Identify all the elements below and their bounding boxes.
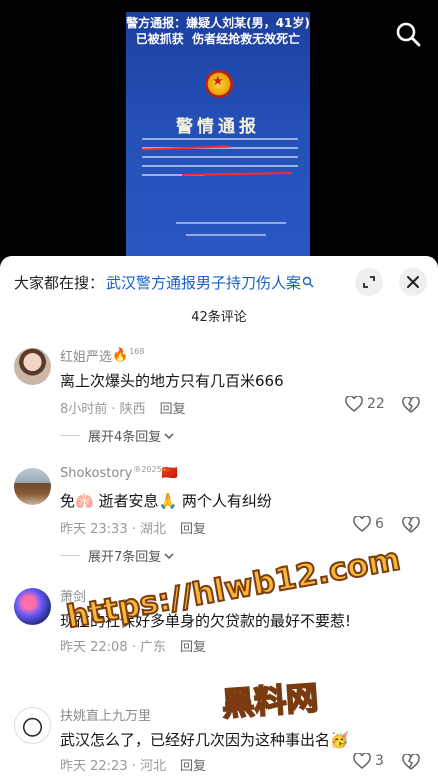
headline-line-2: 已被抓获 伤者经抢救无效死亡 bbox=[135, 32, 301, 46]
headline-line-1: 警方通报：嫌疑人刘某(男，41岁) bbox=[126, 16, 310, 30]
broken-heart-icon[interactable] bbox=[402, 754, 420, 770]
comment-count: 42条评论 bbox=[191, 310, 247, 325]
notice-body bbox=[141, 138, 298, 194]
expand-replies[interactable]: 展开4条回复 bbox=[60, 426, 175, 445]
reply-button[interactable]: 回复 bbox=[180, 640, 206, 655]
china-flag-icon: 🇨🇳 bbox=[161, 466, 178, 481]
comment-text: 离上次爆头的地方只有几百米666 bbox=[60, 372, 284, 390]
fire-badge-icon: 🔥 bbox=[112, 348, 129, 363]
broken-heart-icon[interactable] bbox=[402, 397, 420, 413]
heart-icon bbox=[353, 753, 371, 769]
avatar[interactable] bbox=[14, 707, 51, 744]
avatar[interactable] bbox=[14, 348, 51, 385]
avatar[interactable] bbox=[14, 468, 51, 505]
notice-signature bbox=[176, 222, 286, 224]
notice-title: 警情通报 bbox=[176, 117, 260, 137]
comment-meta: 昨天 22:23 · 河北 回复 bbox=[60, 759, 207, 774]
broken-heart-icon[interactable] bbox=[402, 517, 420, 533]
like-button[interactable]: 3 bbox=[353, 753, 384, 769]
expand-button[interactable] bbox=[355, 268, 383, 296]
trending-search[interactable]: 大家都在搜： 武汉警方通报男子持刀伤人案 bbox=[14, 270, 314, 294]
comment-username[interactable]: 红姐严选 🔥 168 bbox=[60, 346, 144, 365]
reply-button[interactable]: 回复 bbox=[180, 522, 206, 537]
expand-replies[interactable]: 展开7条回复 bbox=[60, 546, 175, 565]
watermark-brand: 黑料网 bbox=[220, 678, 320, 725]
notice-date bbox=[186, 234, 266, 236]
close-button[interactable] bbox=[399, 268, 427, 296]
trending-search-prefix: 大家都在搜： bbox=[14, 273, 105, 292]
avatar[interactable] bbox=[14, 588, 51, 625]
expand-icon bbox=[363, 276, 375, 288]
video-thumbnail: 警方通报：嫌疑人刘某(男，41岁) 已被抓获 伤者经抢救无效死亡 警情通报 bbox=[126, 12, 310, 262]
comment-panel: 大家都在搜： 武汉警方通报男子持刀伤人案 42条评论 红姐严选 🔥 168 离上次爆… bbox=[0, 256, 438, 783]
comment-meta: 昨天 23:33 · 湖北 回复 bbox=[60, 522, 207, 537]
search-icon bbox=[396, 22, 421, 47]
like-button[interactable]: 6 bbox=[353, 516, 384, 532]
heart-icon bbox=[345, 396, 363, 412]
chevron-down-icon bbox=[164, 552, 174, 559]
comment-username[interactable]: 扶姚直上九万里 bbox=[60, 705, 151, 724]
police-emblem-icon bbox=[205, 70, 233, 98]
trending-search-term[interactable]: 武汉警方通报男子持刀伤人案 bbox=[106, 272, 301, 293]
comment-text: 武汉怎么了，已经好几次因为这种事出名🥳 bbox=[60, 731, 349, 749]
video-player[interactable]: 警方通报：嫌疑人刘某(男，41岁) 已被抓获 伤者经抢救无效死亡 警情通报 bbox=[0, 0, 438, 262]
comment-meta: 昨天 22:08 · 广东 回复 bbox=[60, 640, 207, 655]
reply-button[interactable]: 回复 bbox=[160, 402, 186, 417]
close-icon bbox=[407, 276, 419, 288]
comment-meta: 8小时前 · 陕西 回复 bbox=[60, 402, 186, 417]
reply-button[interactable]: 回复 bbox=[180, 759, 206, 774]
comment-text: 免🫁 逝者安息🙏 两个人有纠纷 bbox=[60, 492, 272, 510]
comment-username[interactable]: Shokostory ®2025 🇨🇳 bbox=[60, 465, 178, 481]
like-button[interactable]: 22 bbox=[345, 396, 385, 412]
heart-icon bbox=[353, 516, 371, 532]
search-button[interactable] bbox=[394, 20, 422, 48]
chevron-down-icon bbox=[164, 432, 174, 439]
search-icon bbox=[302, 276, 314, 288]
